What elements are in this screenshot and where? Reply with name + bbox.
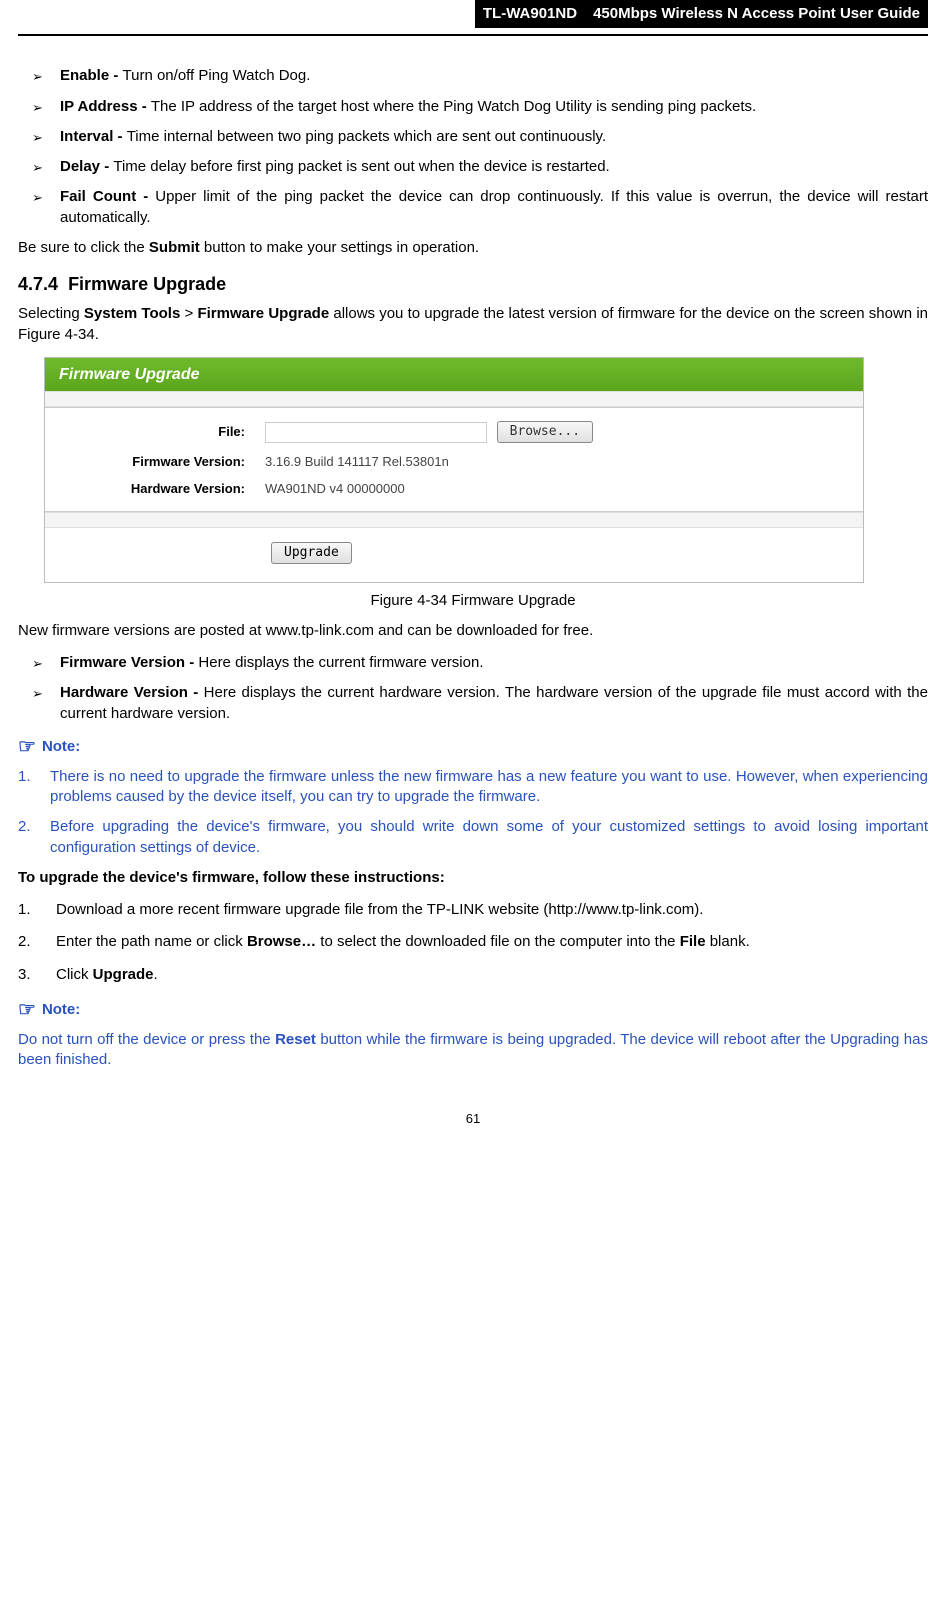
firmware-intro: Selecting System Tools > Firmware Upgrad… bbox=[18, 304, 928, 345]
submit-instruction: Be sure to click the Submit button to ma… bbox=[18, 238, 928, 258]
panel-title: Firmware Upgrade bbox=[45, 358, 863, 392]
note-list-1: 1. There is no need to upgrade the firmw… bbox=[18, 767, 928, 858]
step-2: 2. Enter the path name or click Browse… … bbox=[18, 932, 928, 952]
step-3: 3. Click Upgrade. bbox=[18, 965, 928, 985]
bullet-enable: ➢ Enable - Turn on/off Ping Watch Dog. bbox=[32, 66, 928, 86]
bullet-interval: ➢ Interval - Time internal between two p… bbox=[32, 127, 928, 147]
hardware-version-value: WA901ND v4 00000000 bbox=[265, 480, 405, 498]
triangle-bullet-icon: ➢ bbox=[32, 97, 60, 117]
bullet-delay: ➢ Delay - Time delay before first ping p… bbox=[32, 157, 928, 177]
bullet-firmware-version: ➢ Firmware Version - Here displays the c… bbox=[32, 653, 928, 673]
note-heading-1: ☞ Note: bbox=[18, 734, 928, 761]
bullet-ip-address: ➢ IP Address - The IP address of the tar… bbox=[32, 97, 928, 117]
header-title: 450Mbps Wireless N Access Point User Gui… bbox=[585, 0, 928, 28]
triangle-bullet-icon: ➢ bbox=[32, 66, 60, 86]
header-model: TL-WA901ND bbox=[475, 0, 585, 28]
upgrade-steps: 1. Download a more recent firmware upgra… bbox=[18, 900, 928, 985]
figure-caption: Figure 4-34 Firmware Upgrade bbox=[18, 591, 928, 611]
hardware-version-label: Hardware Version: bbox=[45, 480, 265, 498]
firmware-version-value: 3.16.9 Build 141117 Rel.53801n bbox=[265, 453, 449, 471]
note-item-2: 2. Before upgrading the device's firmwar… bbox=[18, 817, 928, 858]
file-label: File: bbox=[45, 423, 265, 441]
upgrade-button[interactable]: Upgrade bbox=[271, 542, 352, 564]
note-heading-2: ☞ Note: bbox=[18, 997, 928, 1024]
bullet-hardware-version: ➢ Hardware Version - Here displays the c… bbox=[32, 683, 928, 724]
triangle-bullet-icon: ➢ bbox=[32, 653, 60, 673]
pointing-hand-icon: ☞ bbox=[18, 997, 36, 1024]
triangle-bullet-icon: ➢ bbox=[32, 157, 60, 177]
page-header: TL-WA901ND 450Mbps Wireless N Access Poi… bbox=[18, 0, 928, 28]
version-bullets: ➢ Firmware Version - Here displays the c… bbox=[18, 653, 928, 724]
browse-button[interactable]: Browse... bbox=[497, 421, 593, 443]
header-rule bbox=[18, 34, 928, 36]
triangle-bullet-icon: ➢ bbox=[32, 683, 60, 724]
ping-watchdog-bullets: ➢ Enable - Turn on/off Ping Watch Dog. ➢… bbox=[18, 66, 928, 228]
figure-firmware-upgrade: Firmware Upgrade File: Browse... Firmwar… bbox=[44, 357, 864, 583]
file-input[interactable] bbox=[265, 422, 487, 443]
note-item-1: 1. There is no need to upgrade the firmw… bbox=[18, 767, 928, 808]
page-number: 61 bbox=[18, 1110, 928, 1128]
bullet-fail-count: ➢ Fail Count - Upper limit of the ping p… bbox=[32, 187, 928, 228]
after-figure-text: New firmware versions are posted at www.… bbox=[18, 621, 928, 641]
firmware-version-label: Firmware Version: bbox=[45, 453, 265, 471]
step-1: 1. Download a more recent firmware upgra… bbox=[18, 900, 928, 920]
triangle-bullet-icon: ➢ bbox=[32, 127, 60, 147]
pointing-hand-icon: ☞ bbox=[18, 734, 36, 761]
note-2-text: Do not turn off the device or press the … bbox=[18, 1030, 928, 1071]
instructions-title: To upgrade the device's firmware, follow… bbox=[18, 868, 928, 888]
triangle-bullet-icon: ➢ bbox=[32, 187, 60, 228]
section-heading-firmware-upgrade: 4.7.4 Firmware Upgrade bbox=[18, 272, 928, 296]
